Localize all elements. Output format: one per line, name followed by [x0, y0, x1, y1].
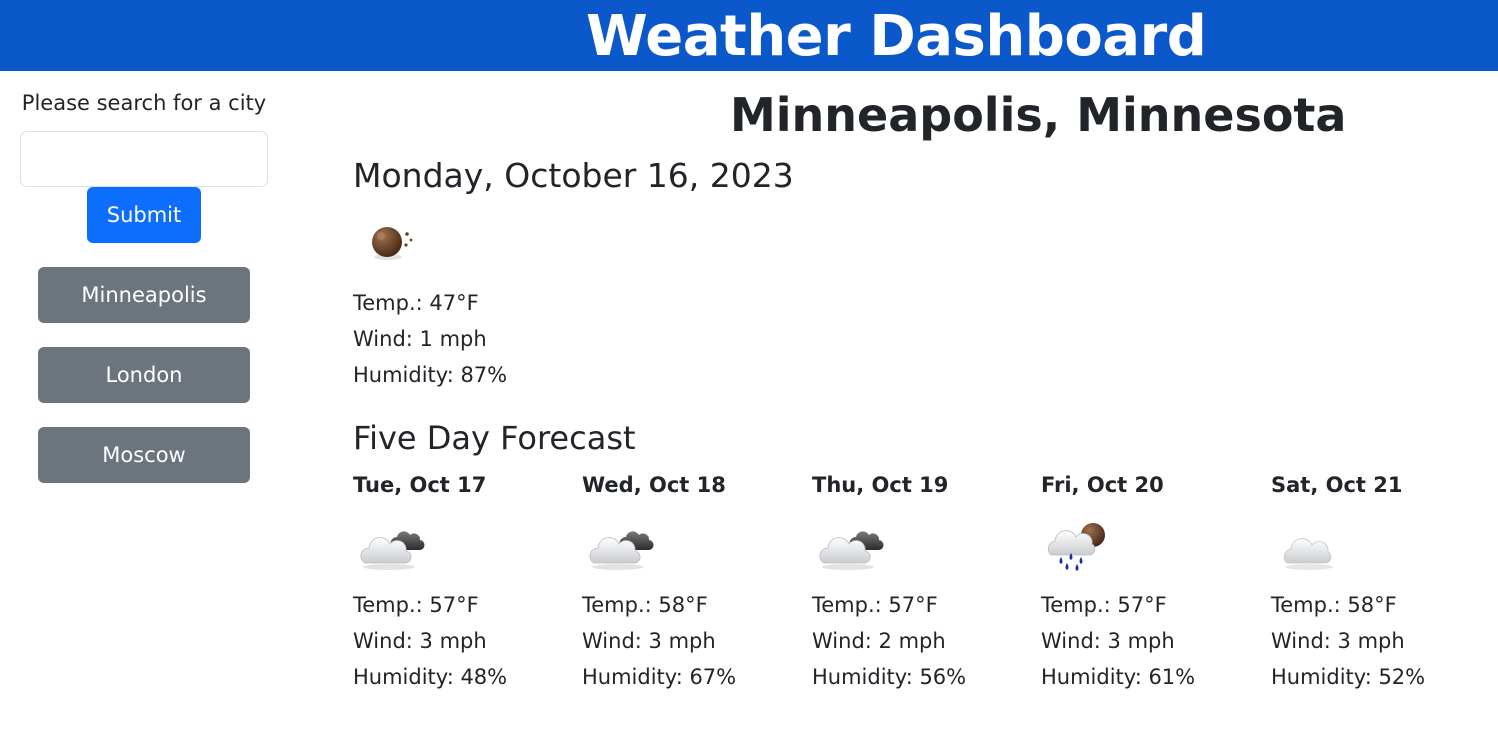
forecast-humidity: Humidity: 56%: [812, 665, 967, 689]
history-button-london[interactable]: London: [38, 347, 250, 403]
city-search-input[interactable]: [20, 131, 268, 187]
partly-cloudy-icon: [353, 515, 429, 575]
search-label: Please search for a city: [21, 91, 267, 115]
forecast-date: Thu, Oct 19: [812, 473, 949, 497]
forecast-card: Thu, Oct 19 Temp.: 57°F Wind: 2 mph Humi…: [812, 471, 1032, 751]
forecast-date: Tue, Oct 17: [353, 473, 487, 497]
forecast-wind: Wind: 3 mph: [1271, 629, 1405, 653]
submit-button[interactable]: Submit: [87, 187, 201, 243]
forecast-temp: Temp.: 58°F: [1271, 593, 1397, 617]
city-title: Minneapolis, Minnesota: [730, 88, 1347, 142]
forecast-temp: Temp.: 57°F: [353, 593, 479, 617]
current-humidity: Humidity: 87%: [353, 363, 508, 387]
moon-icon: [353, 217, 417, 267]
history-button-minneapolis[interactable]: Minneapolis: [38, 267, 250, 323]
main-content: Minneapolis, Minnesota Monday, October 1…: [290, 71, 1498, 754]
forecast-temp: Temp.: 58°F: [582, 593, 708, 617]
current-wind: Wind: 1 mph: [353, 327, 487, 351]
forecast-humidity: Humidity: 52%: [1271, 665, 1426, 689]
forecast-title: Five Day Forecast: [353, 419, 636, 457]
cloud-icon: [1271, 515, 1347, 575]
app-header: Weather Dashboard: [0, 0, 1498, 71]
partly-cloudy-icon: [582, 515, 658, 575]
partly-cloudy-icon: [812, 515, 888, 575]
forecast-date: Sat, Oct 21: [1271, 473, 1403, 497]
forecast-temp: Temp.: 57°F: [1041, 593, 1167, 617]
sidebar: Please search for a city Submit Minneapo…: [0, 71, 290, 754]
history-button-moscow[interactable]: Moscow: [38, 427, 250, 483]
forecast-wind: Wind: 3 mph: [353, 629, 487, 653]
forecast-humidity: Humidity: 67%: [582, 665, 737, 689]
current-temp: Temp.: 47°F: [353, 291, 479, 315]
forecast-card: Sat, Oct 21 Temp.: 58°F Wind: 3 mph Humi…: [1271, 471, 1491, 751]
forecast-humidity: Humidity: 48%: [353, 665, 508, 689]
rain-night-icon: [1041, 515, 1117, 575]
current-date: Monday, October 16, 2023: [353, 156, 794, 195]
forecast-wind: Wind: 2 mph: [812, 629, 946, 653]
app-title: Weather Dashboard: [586, 4, 1207, 69]
forecast-card: Fri, Oct 20 Temp.: 57°F Wind: 3 mph Humi…: [1041, 471, 1261, 751]
forecast-card: Tue, Oct 17 Temp.: 57°F Wind: 3 mph Humi…: [353, 471, 573, 751]
forecast-wind: Wind: 3 mph: [1041, 629, 1175, 653]
forecast-humidity: Humidity: 61%: [1041, 665, 1196, 689]
forecast-card: Wed, Oct 18 Temp.: 58°F Wind: 3 mph Humi…: [582, 471, 802, 751]
forecast-date: Wed, Oct 18: [582, 473, 726, 497]
forecast-wind: Wind: 3 mph: [582, 629, 716, 653]
forecast-date: Fri, Oct 20: [1041, 473, 1164, 497]
forecast-temp: Temp.: 57°F: [812, 593, 938, 617]
